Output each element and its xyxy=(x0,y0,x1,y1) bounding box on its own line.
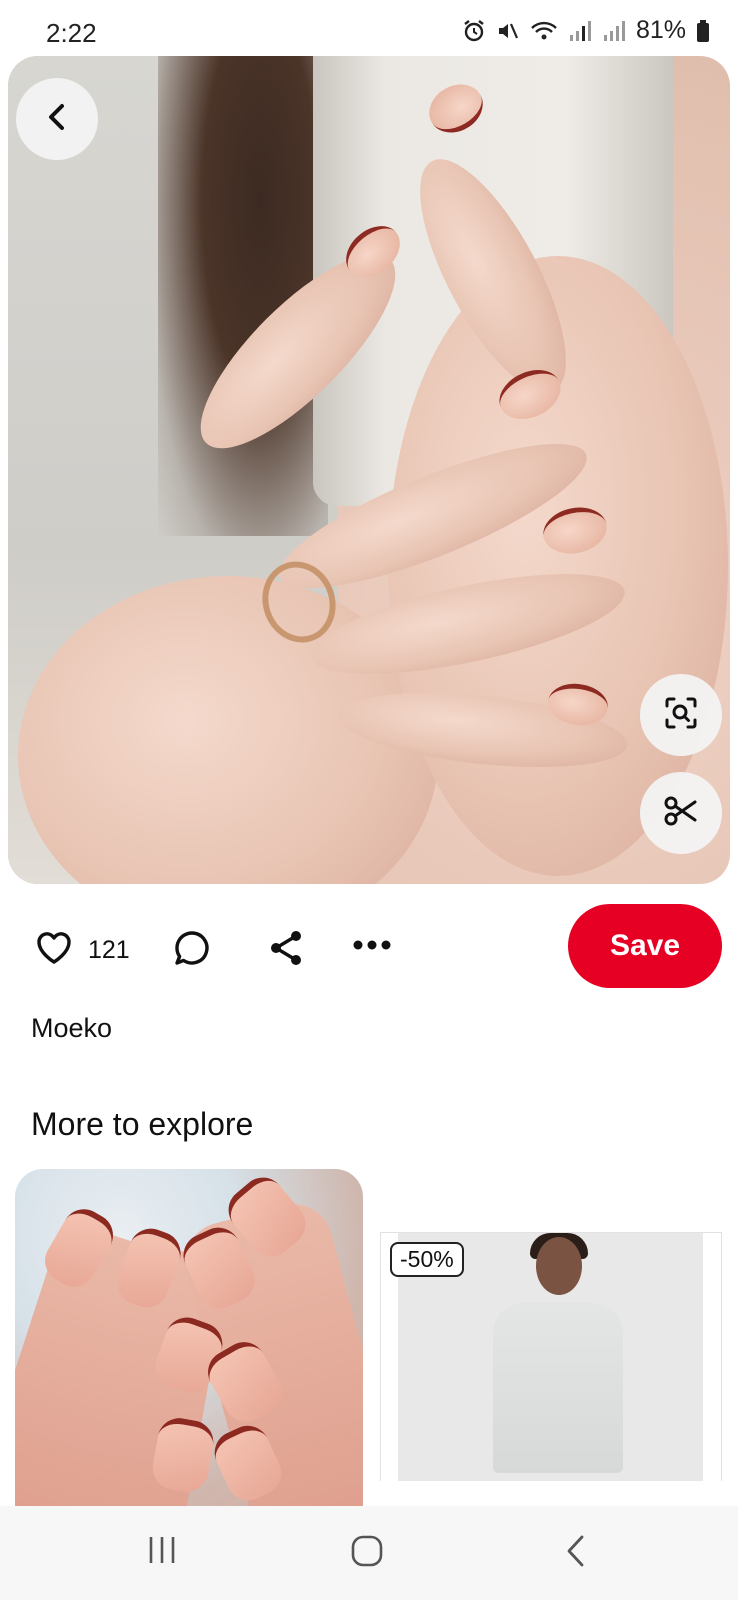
more-options-button[interactable] xyxy=(352,938,392,957)
pin-actions: 121 Save xyxy=(0,904,738,994)
back-icon xyxy=(564,1534,588,1573)
status-bar: 2:22 81% xyxy=(0,0,738,56)
alarm-icon xyxy=(462,19,486,43)
status-time: 2:22 xyxy=(46,18,97,48)
chevron-left-icon xyxy=(41,101,73,138)
share-icon xyxy=(266,928,306,973)
like-button[interactable]: 121 xyxy=(34,928,130,973)
scissors-icon xyxy=(663,793,699,834)
comment-icon xyxy=(172,928,212,973)
visual-search-button[interactable] xyxy=(640,674,722,756)
wifi-icon xyxy=(530,19,558,43)
battery-percent: 81% xyxy=(635,16,686,44)
save-button[interactable]: Save xyxy=(568,904,722,988)
discount-badge: -50% xyxy=(390,1242,464,1277)
author-name[interactable]: Moeko xyxy=(31,1013,112,1044)
share-button[interactable] xyxy=(266,928,306,973)
home-button[interactable] xyxy=(350,1534,384,1573)
more-dots-icon xyxy=(352,938,392,957)
system-back-button[interactable] xyxy=(564,1534,588,1573)
comment-button[interactable] xyxy=(172,928,212,973)
mute-icon xyxy=(496,19,520,43)
signal-icon xyxy=(602,19,626,43)
like-count: 121 xyxy=(88,936,130,964)
back-button[interactable] xyxy=(16,78,98,160)
sweatshirt xyxy=(493,1303,623,1473)
system-nav-bar xyxy=(0,1506,738,1600)
recent-apps-button[interactable] xyxy=(146,1534,178,1571)
home-icon xyxy=(350,1534,384,1573)
status-icons: 81% xyxy=(462,16,710,45)
pin-image[interactable] xyxy=(8,56,730,884)
recent-apps-icon xyxy=(146,1534,178,1571)
lens-icon xyxy=(661,693,701,738)
product-card[interactable]: -50% xyxy=(380,1232,722,1481)
battery-icon xyxy=(696,19,710,43)
signal-icon xyxy=(568,19,592,43)
explore-card[interactable] xyxy=(15,1169,363,1509)
section-title: More to explore xyxy=(31,1106,254,1142)
cutout-button[interactable] xyxy=(640,772,722,854)
heart-icon xyxy=(34,928,74,973)
